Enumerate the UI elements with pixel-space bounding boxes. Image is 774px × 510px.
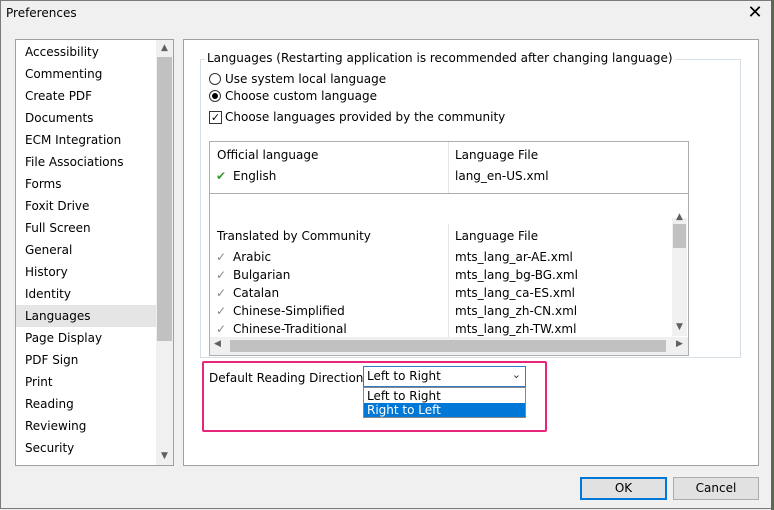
- choose-custom-radio[interactable]: [209, 90, 221, 102]
- languages-group-title: Languages (Restarting application is rec…: [205, 51, 675, 65]
- reading-direction-dropdown: Left to Right Right to Left: [363, 387, 526, 418]
- check-icon: ✓: [216, 286, 227, 300]
- community-col-header: Translated by Community: [217, 229, 371, 243]
- community-file-header: Language File: [455, 229, 539, 243]
- community-language-name[interactable]: Bulgarian: [233, 268, 290, 282]
- chevron-down-icon[interactable]: ⌄: [512, 368, 521, 381]
- sidebar-item[interactable]: Full Screen: [16, 217, 157, 239]
- community-language-file[interactable]: mts_lang_zh-TW.xml: [455, 322, 576, 336]
- sidebar-item[interactable]: Create PDF: [16, 85, 157, 107]
- sidebar-item[interactable]: Documents: [16, 107, 157, 129]
- community-vertical-scrollbar[interactable]: ▲ ▼: [672, 212, 687, 336]
- check-icon: ✔: [216, 169, 227, 183]
- official-file-header: Language File: [455, 148, 539, 162]
- community-language-name[interactable]: Arabic: [233, 250, 271, 264]
- sidebar-item[interactable]: Commenting: [16, 63, 157, 85]
- category-list: Accessibility Commenting Create PDF Documen…: [15, 39, 174, 466]
- close-icon[interactable]: ✕: [742, 2, 768, 24]
- use-system-radio[interactable]: [209, 73, 221, 85]
- sidebar-item[interactable]: History: [16, 261, 157, 283]
- sidebar-item[interactable]: Foxit Drive: [16, 195, 157, 217]
- check-icon: ✓: [216, 250, 227, 264]
- sidebar-item[interactable]: Languages: [16, 305, 157, 327]
- scroll-up-icon[interactable]: ▲: [672, 212, 687, 222]
- scroll-down-icon[interactable]: ▼: [672, 322, 687, 332]
- reading-direction-label: Default Reading Direction:: [209, 371, 368, 385]
- cancel-button[interactable]: Cancel: [673, 477, 759, 500]
- check-icon: ✓: [216, 322, 227, 336]
- community-language-name[interactable]: Chinese-Simplified: [233, 304, 345, 318]
- community-checkbox[interactable]: ✓: [209, 111, 222, 124]
- scroll-thumb[interactable]: [230, 340, 666, 352]
- sidebar-item[interactable]: Security: [16, 437, 157, 459]
- community-language-file[interactable]: mts_lang_bg-BG.xml: [455, 268, 578, 282]
- reading-direction-select[interactable]: Left to Right ⌄: [363, 366, 526, 387]
- community-language-name[interactable]: Chinese-Traditional: [233, 322, 347, 336]
- scroll-thumb[interactable]: [157, 57, 172, 341]
- scroll-right-icon[interactable]: ▶: [676, 339, 683, 349]
- choose-custom-label[interactable]: Choose custom language: [225, 89, 377, 103]
- scroll-down-icon[interactable]: ▼: [156, 448, 173, 465]
- sidebar-item[interactable]: Print: [16, 371, 157, 393]
- reading-direction-value: Left to Right: [367, 369, 441, 383]
- sidebar-item[interactable]: Reviewing: [16, 415, 157, 437]
- window-title: Preferences: [6, 6, 77, 20]
- column-divider: [448, 224, 449, 337]
- use-system-label[interactable]: Use system local language: [225, 72, 386, 86]
- sidebar-item[interactable]: General: [16, 239, 157, 261]
- community-language-name[interactable]: Catalan: [233, 286, 279, 300]
- check-icon: ✓: [216, 268, 227, 282]
- sidebar-item[interactable]: File Associations: [16, 151, 157, 173]
- community-label[interactable]: Choose languages provided by the communi…: [225, 110, 505, 124]
- sidebar-item[interactable]: Identity: [16, 283, 157, 305]
- ok-button[interactable]: OK: [580, 477, 667, 500]
- category-scrollbar[interactable]: ▲ ▼: [156, 40, 173, 465]
- scroll-up-icon[interactable]: ▲: [156, 40, 173, 57]
- official-language-file[interactable]: lang_en-US.xml: [455, 169, 549, 183]
- sidebar-item[interactable]: Reading: [16, 393, 157, 415]
- sidebar-item[interactable]: Page Display: [16, 327, 157, 349]
- community-language-file[interactable]: mts_lang_zh-CN.xml: [455, 304, 577, 318]
- community-horizontal-scrollbar[interactable]: ◀ ▶: [210, 337, 688, 355]
- scroll-thumb[interactable]: [673, 224, 686, 248]
- dropdown-option-rtl[interactable]: Right to Left: [364, 403, 525, 417]
- sidebar-item[interactable]: Accessibility: [16, 41, 157, 63]
- official-language-name[interactable]: English: [233, 169, 276, 183]
- scroll-left-icon[interactable]: ◀: [214, 339, 221, 349]
- check-icon: ✓: [216, 304, 227, 318]
- sidebar-item[interactable]: Forms: [16, 173, 157, 195]
- community-language-file[interactable]: mts_lang_ca-ES.xml: [455, 286, 575, 300]
- dropdown-option-ltr[interactable]: Left to Right: [364, 389, 525, 403]
- column-divider: [448, 142, 449, 193]
- community-language-file[interactable]: mts_lang_ar-AE.xml: [455, 250, 573, 264]
- official-col-header: Official language: [217, 148, 319, 162]
- sidebar-item[interactable]: PDF Sign: [16, 349, 157, 371]
- sidebar-item[interactable]: ECM Integration: [16, 129, 157, 151]
